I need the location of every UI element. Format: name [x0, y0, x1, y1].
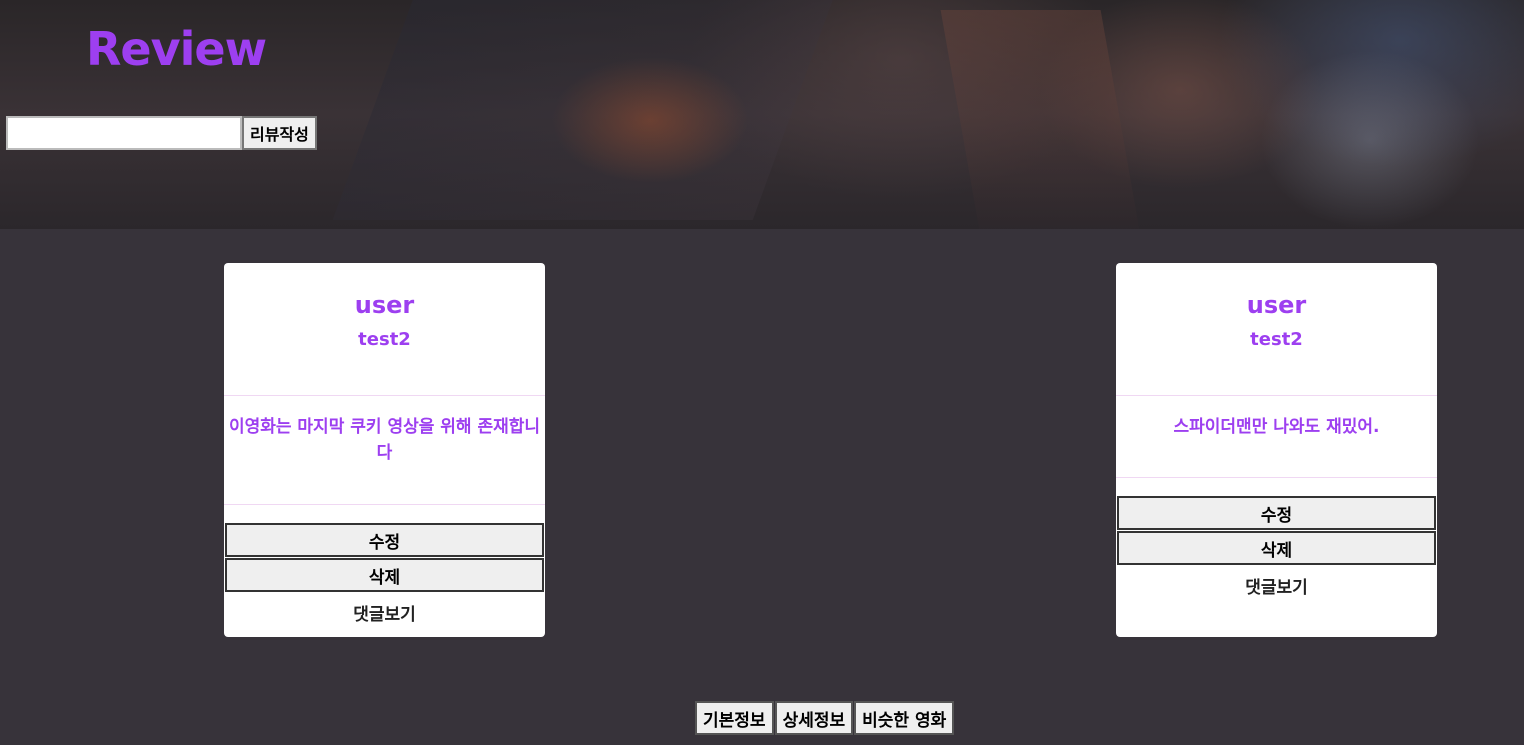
banner-art: [332, 0, 848, 220]
detail-info-button[interactable]: 상세정보: [774, 701, 854, 735]
review-input[interactable]: [6, 116, 242, 150]
view-comments-link[interactable]: 댓글보기: [1116, 573, 1437, 598]
review-user-id: test2: [358, 329, 411, 350]
similar-movies-button[interactable]: 비슷한 영화: [854, 701, 955, 735]
edit-button[interactable]: 수정: [225, 523, 544, 557]
review-card-header: user test2: [1116, 263, 1437, 396]
delete-button[interactable]: 삭제: [225, 558, 544, 592]
edit-button[interactable]: 수정: [1117, 496, 1436, 530]
review-actions: 수정 삭제 댓글보기: [1116, 478, 1437, 598]
page-title: Review: [86, 22, 267, 76]
basic-info-button[interactable]: 기본정보: [695, 701, 774, 735]
banner-art: [940, 10, 1140, 229]
review-input-row: 리뷰작성: [6, 116, 317, 150]
view-comments-link[interactable]: 댓글보기: [224, 600, 545, 625]
delete-button[interactable]: 삭제: [1117, 531, 1436, 565]
review-user-label: user: [1246, 291, 1307, 319]
review-content: 이영화는 마지막 쿠키 영상을 위해 존재합니다: [224, 396, 545, 505]
hero-banner: Review 리뷰작성: [0, 0, 1524, 229]
banner-art: [1260, 50, 1480, 229]
review-card-header: user test2: [224, 263, 545, 396]
write-review-button[interactable]: 리뷰작성: [242, 116, 317, 150]
bottom-nav: 기본정보 상세정보 비슷한 영화: [695, 701, 955, 735]
review-card: user test2 이영화는 마지막 쿠키 영상을 위해 존재합니다 수정 삭…: [224, 263, 545, 637]
review-user-id: test2: [1250, 329, 1303, 350]
review-card: user test2 스파이더맨만 나와도 재밌어. 수정 삭제 댓글보기: [1116, 263, 1437, 637]
review-content: 스파이더맨만 나와도 재밌어.: [1116, 396, 1437, 478]
review-user-label: user: [354, 291, 415, 319]
review-actions: 수정 삭제 댓글보기: [224, 505, 545, 625]
